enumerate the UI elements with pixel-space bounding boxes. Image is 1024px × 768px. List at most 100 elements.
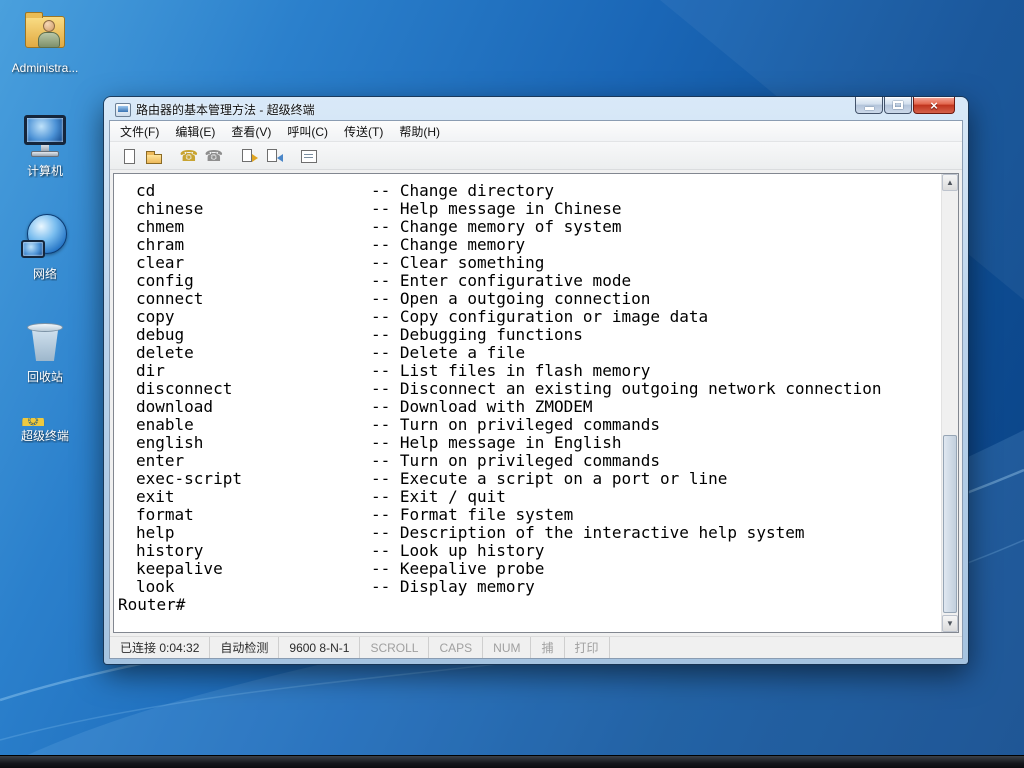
maximize-icon bbox=[893, 101, 903, 109]
desktop-icon-computer[interactable]: 计算机 bbox=[6, 109, 84, 178]
toolbar-props-button[interactable] bbox=[296, 144, 321, 167]
terminal-prompt: Router# bbox=[118, 595, 186, 614]
terminal-line: history -- Look up history bbox=[114, 542, 941, 560]
terminal-output[interactable]: cd -- Change directory chinese -- Help mess… bbox=[114, 174, 941, 632]
command-name: chinese bbox=[136, 199, 204, 218]
num-indicator: NUM bbox=[483, 637, 532, 658]
command-description: -- Open a outgoing connection bbox=[371, 289, 651, 308]
command-description: -- Help message in Chinese bbox=[371, 199, 622, 218]
command-name: disconnect bbox=[136, 379, 233, 398]
close-button[interactable]: × bbox=[913, 97, 955, 114]
menu-transfer[interactable]: 传送(T) bbox=[336, 121, 391, 142]
desktop-icon-recycle-bin[interactable]: 回收站 bbox=[6, 315, 84, 384]
command-name: chmem bbox=[136, 217, 185, 236]
menu-edit[interactable]: 编辑(E) bbox=[167, 121, 223, 142]
desktop-icon-hyperterminal[interactable]: ☎ 超级终端 bbox=[6, 418, 84, 443]
status-bar: 已连接 0:04:32 自动检测 9600 8-N-1 SCROLL CAPS NUM 捕打… bbox=[110, 636, 962, 658]
hyperterminal-icon: ☎ bbox=[19, 418, 71, 426]
scroll-down-arrow[interactable]: ▼ bbox=[942, 615, 958, 632]
command-name: cd bbox=[136, 181, 156, 200]
menu-bar: 文件(F) 编辑(E) 查看(V) 呼叫(C) 传送(T) 帮助(H) bbox=[110, 121, 962, 142]
command-name: keepalive bbox=[136, 559, 223, 578]
terminal-line: keepalive -- Keepalive probe bbox=[114, 560, 941, 578]
command-name: exit bbox=[136, 487, 175, 506]
command-name: copy bbox=[136, 307, 175, 326]
command-name: connect bbox=[136, 289, 204, 308]
command-name: config bbox=[136, 271, 194, 290]
menu-call[interactable]: 呼叫(C) bbox=[279, 121, 336, 142]
minimize-button[interactable] bbox=[855, 97, 883, 114]
command-description: -- Format file system bbox=[371, 505, 574, 524]
terminal-line: exec-script -- Execute a script on a port… bbox=[114, 470, 941, 488]
terminal-line: dir -- List files in flash memory bbox=[114, 362, 941, 380]
vertical-scrollbar[interactable]: ▲ ▼ bbox=[941, 174, 958, 632]
terminal-line: connect -- Open a outgoing connection bbox=[114, 290, 941, 308]
desktop-icon-administrator-folder[interactable]: Administra... bbox=[6, 6, 84, 75]
close-icon: × bbox=[930, 97, 938, 113]
taskbar[interactable] bbox=[0, 755, 1024, 768]
command-description: -- Turn on privileged commands bbox=[371, 451, 660, 470]
command-description: -- Copy configuration or image data bbox=[371, 307, 709, 326]
call-icon: ☎ bbox=[179, 146, 199, 165]
window-title: 路由器的基本管理方法 - 超级终端 bbox=[136, 103, 315, 117]
terminal-line: delete -- Delete a file bbox=[114, 344, 941, 362]
command-description: -- Clear something bbox=[371, 253, 545, 272]
command-description: -- List files in flash memory bbox=[371, 361, 651, 380]
terminal-line: chinese -- Help message in Chinese bbox=[114, 200, 941, 218]
command-description: -- Enter configurative mode bbox=[371, 271, 632, 290]
desktop-icon-label: 回收站 bbox=[26, 370, 63, 384]
command-name: enter bbox=[136, 451, 185, 470]
maximize-button[interactable] bbox=[884, 97, 912, 114]
command-description: -- Disconnect an existing outgoing netwo… bbox=[371, 379, 882, 398]
command-name: dir bbox=[136, 361, 165, 380]
command-name: download bbox=[136, 397, 214, 416]
menu-view[interactable]: 查看(V) bbox=[223, 121, 279, 142]
connection-status: 已连接 0:04:32 bbox=[110, 637, 211, 658]
scrollbar-thumb[interactable] bbox=[943, 434, 957, 613]
toolbar-send-button[interactable] bbox=[236, 144, 261, 167]
toolbar-call-button[interactable]: ☎ bbox=[176, 144, 201, 167]
send-file-icon bbox=[240, 148, 258, 164]
network-icon bbox=[19, 212, 71, 264]
command-name: debug bbox=[136, 325, 185, 344]
terminal-line: clear -- Clear something bbox=[114, 254, 941, 272]
terminal-line: format -- Format file system bbox=[114, 506, 941, 524]
command-description: -- Debugging functions bbox=[371, 325, 583, 344]
desktop-icon-network[interactable]: 网络 bbox=[6, 212, 84, 281]
terminal-line: download -- Download with ZMODEM bbox=[114, 398, 941, 416]
properties-icon bbox=[300, 148, 318, 164]
hangup-icon: ☎ bbox=[204, 146, 224, 165]
toolbar-new-button[interactable] bbox=[116, 144, 141, 167]
scroll-up-arrow[interactable]: ▲ bbox=[942, 174, 958, 191]
desktop: Administra... 计算机网络回收站 ☎ 超级终端 路由器的基本管理方法 - … bbox=[0, 0, 1024, 768]
command-description: -- Execute a script on a port or line bbox=[371, 469, 728, 488]
capture-indicator: 捕 bbox=[531, 637, 565, 658]
scrollbar-track[interactable] bbox=[942, 191, 958, 615]
command-name: format bbox=[136, 505, 194, 524]
receive-file-icon bbox=[265, 148, 283, 164]
toolbar-hangup-button[interactable]: ☎ bbox=[201, 144, 226, 167]
command-name: exec-script bbox=[136, 469, 242, 488]
command-description: -- Display memory bbox=[371, 577, 535, 596]
terminal-line: chram -- Change memory bbox=[114, 236, 941, 254]
window-client-area: 文件(F) 编辑(E) 查看(V) 呼叫(C) 传送(T) 帮助(H) ☎ ☎ cd -- C… bbox=[109, 120, 963, 659]
command-name: look bbox=[136, 577, 175, 596]
desktop-icon-label: 计算机 bbox=[26, 164, 63, 178]
caps-indicator: CAPS bbox=[429, 637, 484, 658]
terminal-line: copy -- Copy configuration or image data bbox=[114, 308, 941, 326]
menu-file[interactable]: 文件(F) bbox=[112, 121, 167, 142]
toolbar-receive-button[interactable] bbox=[261, 144, 286, 167]
command-name: clear bbox=[136, 253, 185, 272]
title-bar[interactable]: 路由器的基本管理方法 - 超级终端 × bbox=[109, 97, 963, 120]
desktop-icon-label: Administra... bbox=[11, 61, 79, 75]
command-description: -- Delete a file bbox=[371, 343, 526, 362]
desktop-icons: Administra... 计算机网络回收站 ☎ 超级终端 bbox=[6, 6, 84, 443]
command-name: help bbox=[136, 523, 175, 542]
menu-help[interactable]: 帮助(H) bbox=[391, 121, 448, 142]
toolbar-open-button[interactable] bbox=[141, 144, 166, 167]
new-document-icon bbox=[120, 148, 138, 164]
terminal-line: enter -- Turn on privileged commands bbox=[114, 452, 941, 470]
command-description: -- Turn on privileged commands bbox=[371, 415, 660, 434]
baud-rate: 9600 8-N-1 bbox=[279, 637, 361, 658]
command-description: -- Look up history bbox=[371, 541, 545, 560]
